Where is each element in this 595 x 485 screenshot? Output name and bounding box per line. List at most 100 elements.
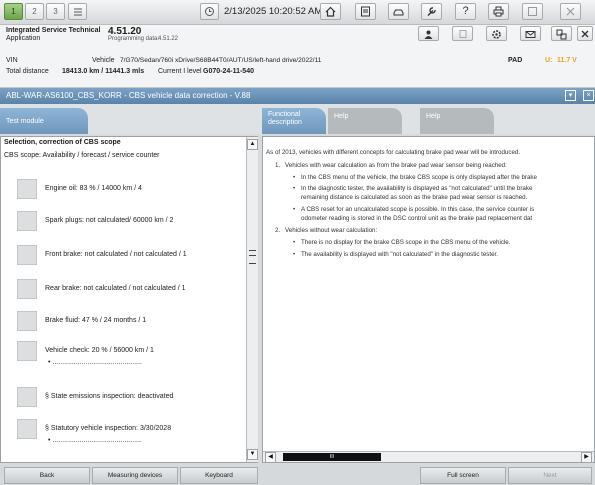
brake-fluid-select-box[interactable] — [17, 311, 37, 331]
next-button[interactable]: Next — [508, 467, 592, 484]
item1-bullet1: In the CBS menu of the vehicle, the brak… — [301, 174, 537, 181]
session-3-button[interactable]: 3 — [46, 3, 65, 20]
tab-help-1[interactable]: Help — [328, 108, 402, 134]
distance-value: 18413.0 km / 11441.3 mls — [62, 68, 145, 75]
keyboard-button[interactable]: Keyboard — [180, 467, 258, 484]
gear-icon — [492, 30, 501, 39]
inspection-select-box[interactable] — [17, 419, 37, 439]
home-button[interactable] — [320, 3, 341, 20]
title-close-button[interactable]: × — [583, 90, 594, 101]
close-button[interactable] — [560, 3, 581, 20]
session-1-button[interactable]: 1 — [4, 3, 23, 20]
tab-functional-label-1: Functional — [268, 111, 301, 118]
engine-oil-select-box[interactable] — [17, 179, 37, 199]
item2-bullet2: The availability is displayed with "not … — [301, 251, 498, 258]
arrow-right-icon: ▶ — [584, 454, 589, 460]
scroll-right-button[interactable]: ▶ — [581, 452, 592, 462]
bullet-icon: • — [293, 239, 296, 246]
voltage-value: 11.7 V — [557, 57, 577, 64]
tab-test-module[interactable]: Test module — [0, 108, 88, 134]
left-vertical-scrollbar[interactable]: ▲ ▼ — [246, 137, 258, 462]
mail-button[interactable] — [520, 26, 541, 41]
distance-label: Total distance — [6, 68, 49, 75]
clock-button[interactable] — [200, 3, 219, 20]
vehicle-check-bullet: • ......................................… — [48, 359, 142, 366]
emissions-label: § State emissions inspection: deactivate… — [45, 393, 174, 400]
spark-plugs-select-box[interactable] — [17, 211, 37, 231]
service-button[interactable] — [421, 3, 442, 20]
top-toolbar: 1 2 3 2/13/2025 10:20:52 AM ? — [0, 0, 595, 25]
arrow-left-icon: ◀ — [268, 454, 273, 460]
transfer-button[interactable] — [551, 26, 572, 41]
tab-test-module-label: Test module — [6, 118, 44, 125]
scroll-down-button[interactable]: ▼ — [247, 449, 258, 460]
arrow-up-icon: ▲ — [249, 141, 256, 147]
arrow-down-icon: ▼ — [249, 451, 256, 457]
horizontal-scroll-thumb[interactable]: III — [283, 453, 381, 461]
cbs-subheading: CBS scope: Availability / forecast / ser… — [4, 152, 160, 159]
back-button[interactable]: Back — [4, 467, 90, 484]
ilevel-value: G070-24-11-540 — [203, 68, 254, 75]
bullet-icon: • — [293, 251, 296, 258]
module-title: ABL-WAR-AS6100_CBS_KORR - CBS vehicle da… — [6, 91, 251, 100]
vin-label: VIN — [6, 57, 18, 64]
print-icon — [493, 6, 504, 17]
home-icon — [325, 6, 336, 17]
document-icon — [361, 6, 370, 17]
voltage-prefix: U: — [545, 57, 553, 64]
user-icon — [424, 30, 433, 39]
document-button[interactable] — [355, 3, 376, 20]
cbs-scope-panel: Selection, correction of CBS scope CBS s… — [0, 136, 258, 463]
item2-number: 2. — [275, 227, 281, 234]
mail-icon — [525, 31, 536, 38]
scroll-thumb[interactable] — [249, 250, 256, 264]
car-icon — [393, 9, 404, 16]
print-button[interactable] — [488, 3, 509, 20]
programming-data-value: 4.51.22 — [158, 36, 179, 42]
user-button[interactable] — [418, 26, 439, 41]
rear-brake-select-box[interactable] — [17, 279, 37, 299]
app-name: Integrated Service Technical — [6, 27, 101, 34]
tab-help-1-label: Help — [334, 113, 349, 120]
copy-button[interactable] — [452, 26, 473, 41]
bullet-icon: • — [293, 206, 296, 213]
vehicle-button[interactable] — [388, 3, 409, 20]
bullet-icon: • — [293, 185, 296, 192]
rear-brake-label: Rear brake: not calculated / not calcula… — [45, 285, 186, 292]
description-intro: As of 2013, vehicles with different conc… — [266, 149, 521, 156]
module-title-bar: ABL-WAR-AS6100_CBS_KORR - CBS vehicle da… — [0, 88, 595, 104]
help-button[interactable]: ? — [455, 3, 476, 20]
front-brake-select-box[interactable] — [17, 245, 37, 265]
item1-number: 1. — [275, 162, 281, 169]
inspection-bullet: • ......................................… — [48, 437, 142, 444]
close-icon — [581, 30, 589, 38]
engine-oil-label: Engine oil: 83 % / 14000 km / 4 — [45, 185, 142, 192]
item1-bullet3b: odometer reading is stored in the DSC co… — [301, 215, 533, 222]
right-horizontal-scrollbar[interactable]: ◀ III ▶ — [263, 451, 594, 462]
scroll-left-button[interactable]: ◀ — [265, 452, 276, 462]
tab-functional-description[interactable]: Functional description — [262, 108, 326, 134]
vehicle-check-label: Vehicle check: 20 % / 56000 km / 1 — [45, 347, 154, 354]
app-label: Application — [6, 35, 41, 42]
full-screen-button[interactable]: Full screen — [420, 467, 506, 484]
scroll-up-button[interactable]: ▲ — [247, 139, 258, 150]
item2-bullet1: There is no display for the brake CBS sc… — [301, 239, 511, 246]
tab-help-2[interactable]: Help — [420, 108, 494, 134]
vehicle-check-select-box[interactable] — [17, 341, 37, 361]
item2-text: Vehicles without wear calculation: — [285, 227, 378, 234]
close-session-button[interactable] — [577, 26, 593, 41]
cbs-heading: Selection, correction of CBS scope — [4, 139, 121, 146]
window-button[interactable] — [522, 3, 543, 20]
list-button[interactable] — [68, 3, 87, 20]
dropdown-button[interactable]: ▾ — [565, 90, 576, 101]
session-2-button[interactable]: 2 — [25, 3, 44, 20]
thumb-grip: III — [329, 454, 335, 460]
functional-description-panel: As of 2013, vehicles with different conc… — [262, 136, 595, 463]
emissions-select-box[interactable] — [17, 387, 37, 407]
chevron-down-icon: ▾ — [568, 92, 573, 99]
measuring-devices-button[interactable]: Measuring devices — [92, 467, 178, 484]
inspection-label: § Statutory vehicle inspection: 3/30/202… — [45, 425, 172, 432]
transfer-icon — [556, 29, 567, 40]
settings-button[interactable] — [486, 26, 507, 41]
list-icon — [74, 8, 82, 16]
